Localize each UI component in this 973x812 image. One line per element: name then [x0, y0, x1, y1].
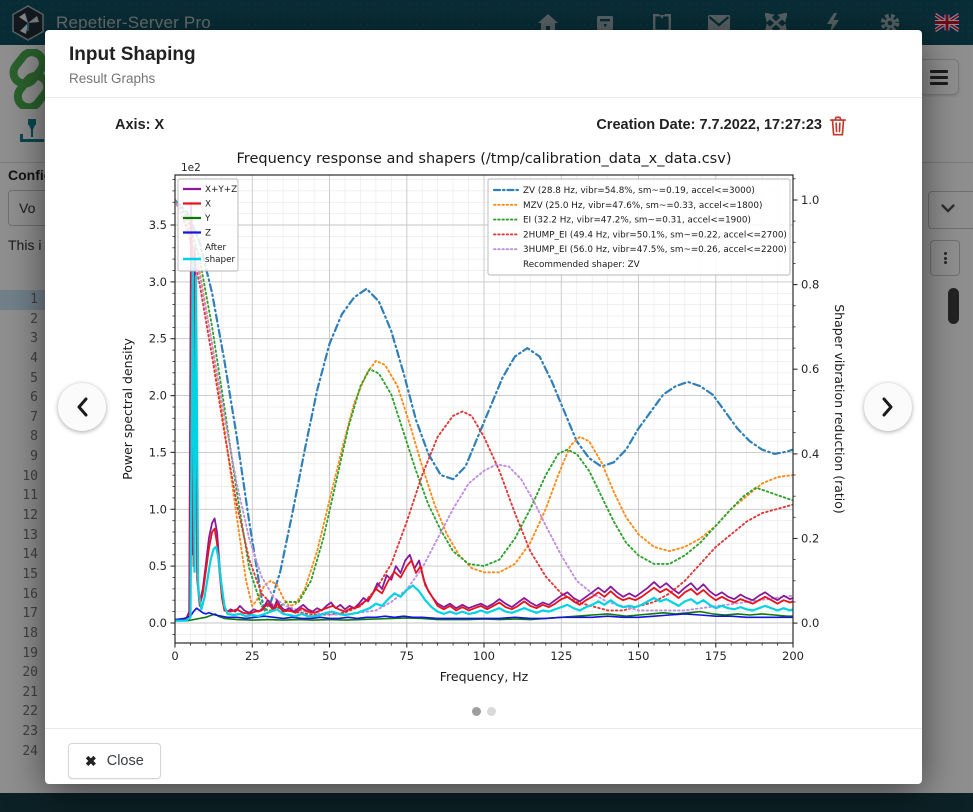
svg-text:150: 150 — [628, 649, 650, 663]
svg-text:Shaper vibration reduction (ra: Shaper vibration reduction (ratio) — [832, 304, 847, 514]
frequency-response-chart: 0 25 50 75 100 125 150 175 200 0.0 0.5 1.0 1.5 2.0 2.5… — [117, 146, 853, 697]
svg-text:0.0: 0.0 — [801, 616, 819, 630]
svg-text:50: 50 — [322, 649, 337, 663]
chevron-left-icon — [75, 397, 89, 417]
svg-text:0.6: 0.6 — [801, 362, 819, 376]
svg-text:3.5: 3.5 — [149, 218, 167, 232]
svg-text:0.2: 0.2 — [801, 532, 819, 546]
svg-text:Z: Z — [205, 229, 211, 239]
svg-text:shaper: shaper — [205, 255, 236, 265]
svg-text:125: 125 — [550, 649, 572, 663]
carousel-dot[interactable] — [472, 707, 481, 716]
result-graph-figure: 0 25 50 75 100 125 150 175 200 0.0 0.5 1.0 1.5 2.0 2.5… — [117, 146, 853, 697]
svg-text:0: 0 — [171, 649, 178, 663]
svg-text:1.5: 1.5 — [149, 445, 167, 459]
carousel-next-button[interactable] — [864, 383, 912, 431]
dialog-subtitle: Result Graphs — [69, 71, 155, 86]
svg-text:X+Y+Z: X+Y+Z — [205, 185, 237, 195]
close-button[interactable]: ✖ Close — [68, 743, 161, 779]
svg-text:1.0: 1.0 — [801, 193, 819, 207]
svg-text:175: 175 — [705, 649, 727, 663]
svg-text:Y: Y — [204, 214, 211, 224]
chevron-right-icon — [881, 397, 895, 417]
svg-text:100: 100 — [473, 649, 495, 663]
svg-text:2.5: 2.5 — [149, 332, 167, 346]
svg-text:75: 75 — [399, 649, 414, 663]
svg-text:0.5: 0.5 — [149, 559, 167, 573]
svg-text:X: X — [205, 200, 211, 210]
close-button-label: Close — [107, 753, 144, 769]
svg-text:3HUMP_EI (56.0 Hz, vibr=47.5%,: 3HUMP_EI (56.0 Hz, vibr=47.5%, sm~=0.26,… — [523, 245, 787, 255]
svg-text:After: After — [205, 243, 227, 253]
svg-text:0.4: 0.4 — [801, 447, 819, 461]
axis-label: Axis: X — [115, 117, 164, 133]
svg-text:25: 25 — [245, 649, 260, 663]
carousel-prev-button[interactable] — [58, 383, 106, 431]
svg-text:0.0: 0.0 — [149, 616, 167, 630]
svg-text:1e2: 1e2 — [181, 162, 201, 174]
svg-text:200: 200 — [782, 649, 804, 663]
close-x-icon: ✖ — [85, 753, 97, 770]
svg-text:EI (32.2 Hz, vibr=47.2%, sm~=0: EI (32.2 Hz, vibr=47.2%, sm~=0.31, accel… — [523, 216, 751, 226]
svg-text:2HUMP_EI (49.4 Hz, vibr=50.1%,: 2HUMP_EI (49.4 Hz, vibr=50.1%, sm~=0.22,… — [523, 230, 787, 240]
svg-text:2.0: 2.0 — [149, 389, 167, 403]
footer-divider — [45, 728, 922, 729]
svg-text:3.0: 3.0 — [149, 275, 167, 289]
screen: Repetier-Server Pro — [0, 0, 973, 812]
svg-text:Recommended shaper: ZV: Recommended shaper: ZV — [523, 260, 640, 270]
creation-date-label: Creation Date: 7.7.2022, 17:27:23 — [596, 117, 822, 133]
svg-text:ZV (28.8 Hz, vibr=54.8%, sm~=0: ZV (28.8 Hz, vibr=54.8%, sm~=0.19, accel… — [523, 186, 755, 196]
input-shaping-dialog: Input Shaping Result Graphs Axis: X Crea… — [45, 30, 922, 784]
svg-text:Frequency, Hz: Frequency, Hz — [440, 669, 529, 684]
trash-icon[interactable] — [827, 115, 849, 137]
carousel-dots — [45, 707, 922, 716]
header-divider — [45, 97, 922, 98]
svg-text:0.8: 0.8 — [801, 278, 819, 292]
svg-text:Frequency response and shapers: Frequency response and shapers (/tmp/cal… — [237, 151, 732, 167]
svg-text:MZV (25.0 Hz, vibr=47.6%, sm~=: MZV (25.0 Hz, vibr=47.6%, sm~=0.33, acce… — [523, 201, 762, 211]
svg-text:Power spectral density: Power spectral density — [120, 338, 135, 480]
dialog-title: Input Shaping — [69, 44, 196, 66]
svg-text:1.0: 1.0 — [149, 502, 167, 516]
carousel-dot[interactable] — [487, 707, 496, 716]
